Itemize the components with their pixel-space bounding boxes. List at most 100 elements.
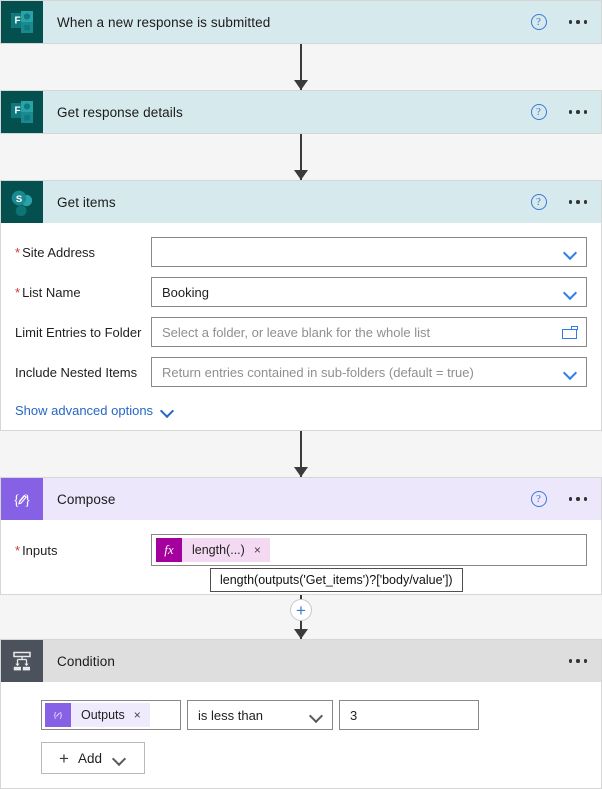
svg-text:{ }: { } — [53, 711, 63, 720]
card-actions: ? — [530, 91, 602, 133]
condition-value-input[interactable]: 3 — [339, 700, 479, 730]
label-text: Include Nested Items — [15, 364, 138, 380]
condition-icon — [1, 640, 43, 682]
list-name-value: Booking — [162, 284, 209, 300]
required-asterisk: * — [15, 542, 21, 558]
limit-entries-to-folder-input[interactable]: Select a folder, or leave blank for the … — [151, 317, 587, 347]
expression-tooltip: length(outputs('Get_items')?['body/value… — [210, 568, 463, 592]
arrow-head-icon — [294, 170, 308, 180]
compose-inputs-field[interactable]: fx length(...) × — [151, 534, 587, 566]
compose-glyph: { } — [13, 493, 31, 509]
more-commands-icon[interactable] — [568, 659, 587, 663]
card-actions: ? — [530, 478, 602, 520]
arrow-head-icon — [294, 80, 308, 90]
help-icon[interactable]: ? — [530, 14, 547, 30]
flow-step-card-compose[interactable]: { } Compose ? * Inputs fx length(...) × … — [0, 477, 602, 595]
include-nested-items-placeholder: Return entries contained in sub-folders … — [162, 364, 474, 380]
expression-token-length[interactable]: fx length(...) × — [156, 538, 270, 562]
more-commands-icon[interactable] — [568, 110, 587, 114]
microsoft-forms-icon: F — [1, 1, 43, 43]
operator-value: is less than — [198, 707, 264, 723]
compose-output-icon: { } — [45, 703, 71, 727]
chevron-down-icon[interactable] — [564, 368, 578, 377]
help-icon[interactable]: ? — [530, 491, 547, 507]
step-title: Compose — [57, 491, 116, 507]
field-label: * List Name — [15, 285, 151, 300]
remove-token-icon[interactable]: × — [134, 708, 141, 722]
step-title: Get response details — [57, 104, 183, 120]
svg-text:{ }: { } — [13, 493, 31, 509]
include-nested-items-dropdown[interactable]: Return entries contained in sub-folders … — [151, 357, 587, 387]
flow-designer-canvas: F When a new response is submitted ? F G… — [0, 0, 602, 789]
microsoft-forms-icon: F — [1, 91, 43, 133]
required-asterisk: * — [15, 284, 21, 300]
plus-icon: + — [59, 748, 69, 768]
limit-entries-placeholder: Select a folder, or leave blank for the … — [162, 324, 431, 340]
label-text: Inputs — [22, 542, 58, 558]
field-label: * Site Address — [15, 245, 151, 260]
remove-token-icon[interactable]: × — [254, 543, 261, 557]
token-text: Outputs — [81, 708, 125, 722]
arrow-head-icon — [294, 629, 308, 639]
field-label: Include Nested Items — [15, 365, 151, 380]
connector-arrow — [0, 134, 602, 180]
card-header[interactable]: { } Compose ? — [1, 478, 601, 520]
token-text: length(...) — [192, 543, 245, 557]
help-icon[interactable]: ? — [530, 194, 547, 210]
compose-glyph-small: { } — [53, 711, 63, 720]
advanced-options-label: Show advanced options — [15, 403, 154, 418]
insert-new-step-button[interactable]: + — [290, 599, 312, 621]
card-actions: ? — [530, 1, 602, 43]
help-icon[interactable]: ? — [530, 104, 547, 120]
condition-glyph — [13, 651, 31, 671]
card-header[interactable]: F Get response details ? — [1, 91, 601, 133]
condition-left-operand-field[interactable]: { } Outputs × — [41, 700, 181, 730]
chevron-down-icon[interactable] — [310, 711, 324, 720]
list-name-dropdown[interactable]: Booking — [151, 277, 587, 307]
folder-picker-icon[interactable] — [562, 325, 578, 339]
card-actions — [568, 640, 602, 682]
arrow-head-icon — [294, 467, 308, 477]
form-row-limit-entries-to-folder: Limit Entries to Folder Select a folder,… — [15, 317, 587, 347]
add-button-label: Add — [77, 750, 102, 766]
chevron-down-icon — [161, 406, 175, 415]
form-row-list-name: * List Name Booking — [15, 277, 587, 307]
chevron-down-icon[interactable] — [113, 754, 127, 763]
chevron-down-icon[interactable] — [564, 248, 578, 257]
flow-step-card-condition[interactable]: Condition { } Outputs × is less than 3 +… — [0, 639, 602, 789]
card-header[interactable]: F When a new response is submitted ? — [1, 1, 601, 43]
token-body: length(...) × — [182, 538, 270, 562]
svg-text:F: F — [14, 16, 20, 27]
form-row-inputs: * Inputs fx length(...) × — [15, 534, 587, 566]
flow-step-card-get-response-details[interactable]: F Get response details ? — [0, 90, 602, 134]
compose-icon: { } — [1, 478, 43, 520]
sharepoint-glyph: S — [11, 190, 33, 216]
svg-text:S: S — [16, 194, 22, 205]
connector-arrow-with-insert: + — [0, 595, 602, 639]
more-commands-icon[interactable] — [568, 200, 587, 204]
label-text: Limit Entries to Folder — [15, 324, 142, 340]
add-condition-button[interactable]: + Add — [41, 742, 145, 774]
condition-body: { } Outputs × is less than 3 + Add — [1, 682, 601, 788]
condition-expression-row: { } Outputs × is less than 3 — [41, 700, 587, 730]
flow-step-card-trigger[interactable]: F When a new response is submitted ? — [0, 0, 602, 44]
condition-operator-dropdown[interactable]: is less than — [187, 700, 333, 730]
more-commands-icon[interactable] — [568, 20, 587, 24]
chevron-down-icon[interactable] — [564, 288, 578, 297]
flow-step-card-get-items[interactable]: S Get items ? * Site Address * List Name… — [0, 180, 602, 431]
required-asterisk: * — [15, 244, 21, 260]
card-header[interactable]: S Get items ? — [1, 181, 601, 223]
card-header[interactable]: Condition — [1, 640, 601, 682]
step-title: Condition — [57, 653, 115, 669]
condition-value-text: 3 — [350, 707, 358, 723]
token-body: Outputs × — [71, 703, 150, 727]
label-text: Site Address — [22, 244, 96, 260]
step-title: Get items — [57, 194, 116, 210]
connector-arrow — [0, 431, 602, 477]
show-advanced-options-link[interactable]: Show advanced options — [15, 403, 175, 418]
site-address-dropdown[interactable] — [151, 237, 587, 267]
outputs-token[interactable]: { } Outputs × — [45, 703, 150, 727]
more-commands-icon[interactable] — [568, 497, 587, 501]
connector-arrow — [0, 44, 602, 90]
field-label: * Inputs — [15, 543, 151, 558]
